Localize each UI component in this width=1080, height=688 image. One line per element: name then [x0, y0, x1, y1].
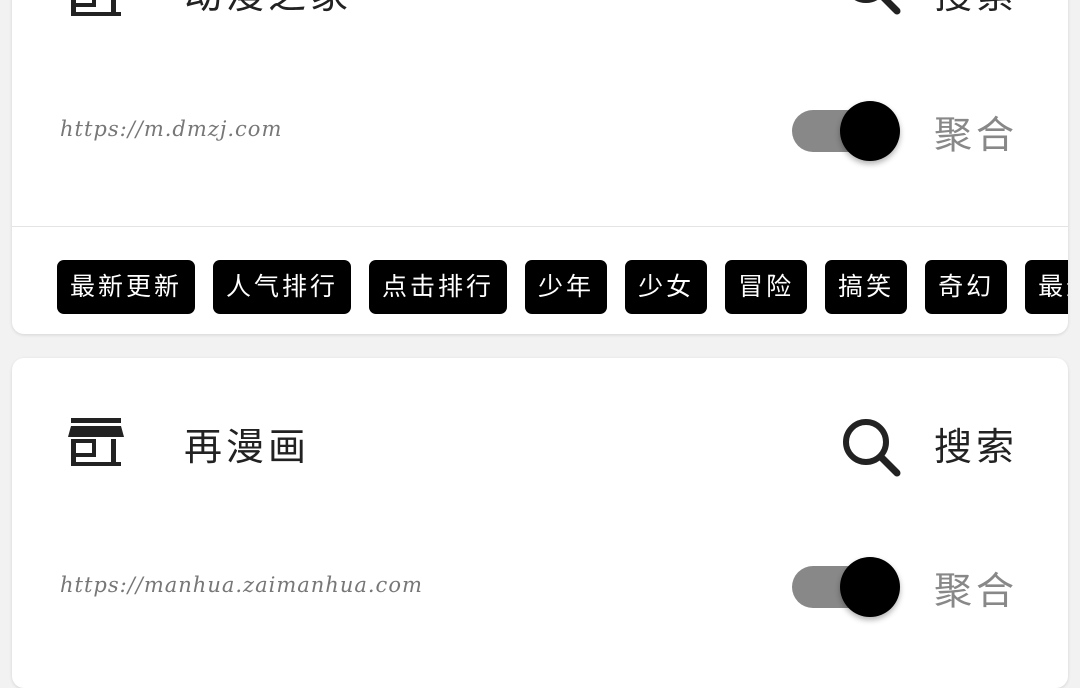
- search-button[interactable]: 搜索: [934, 0, 1018, 19]
- category-chip-row: 最新更新人气排行点击排行少年少女冒险搞笑奇幻最近: [57, 260, 1068, 314]
- category-chip[interactable]: 搞笑: [825, 260, 908, 314]
- aggregate-label: 聚合: [934, 569, 1019, 613]
- source-title: 再漫画: [184, 425, 311, 469]
- aggregate-toggle[interactable]: [792, 556, 902, 618]
- storefront-icon: [71, 0, 121, 16]
- toggle-thumb: [840, 101, 900, 161]
- category-chip[interactable]: 奇幻: [925, 260, 1008, 314]
- search-icon[interactable]: [840, 0, 902, 16]
- category-chip[interactable]: 少女: [625, 260, 708, 314]
- category-chip[interactable]: 冒险: [725, 260, 808, 314]
- search-button[interactable]: 搜索: [934, 416, 1018, 471]
- source-header: 动漫之家 搜索: [12, 0, 1068, 40]
- source-url: https://m.dmzj.com: [60, 117, 283, 141]
- divider: [12, 226, 1068, 227]
- source-card-zaimanhua: 再漫画 搜索 https://manhua.zaimanhua.com 聚合: [12, 358, 1068, 688]
- source-header: 再漫画 搜索: [12, 398, 1068, 488]
- search-icon[interactable]: [840, 416, 902, 478]
- category-chip[interactable]: 最近: [1025, 260, 1068, 314]
- category-chip[interactable]: 少年: [525, 260, 608, 314]
- category-chip[interactable]: 最新更新: [57, 260, 196, 314]
- category-chip[interactable]: 人气排行: [213, 260, 352, 314]
- toggle-thumb: [840, 557, 900, 617]
- storefront-icon: [68, 418, 124, 466]
- category-chip[interactable]: 点击排行: [369, 260, 508, 314]
- source-url: https://manhua.zaimanhua.com: [60, 573, 423, 597]
- aggregate-label: 聚合: [934, 113, 1019, 157]
- source-title: 动漫之家: [184, 0, 352, 19]
- aggregate-toggle[interactable]: [792, 100, 902, 162]
- source-card-dmzj: 动漫之家 搜索 https://m.dmzj.com 聚合 最新更新人气排行点击…: [12, 0, 1068, 334]
